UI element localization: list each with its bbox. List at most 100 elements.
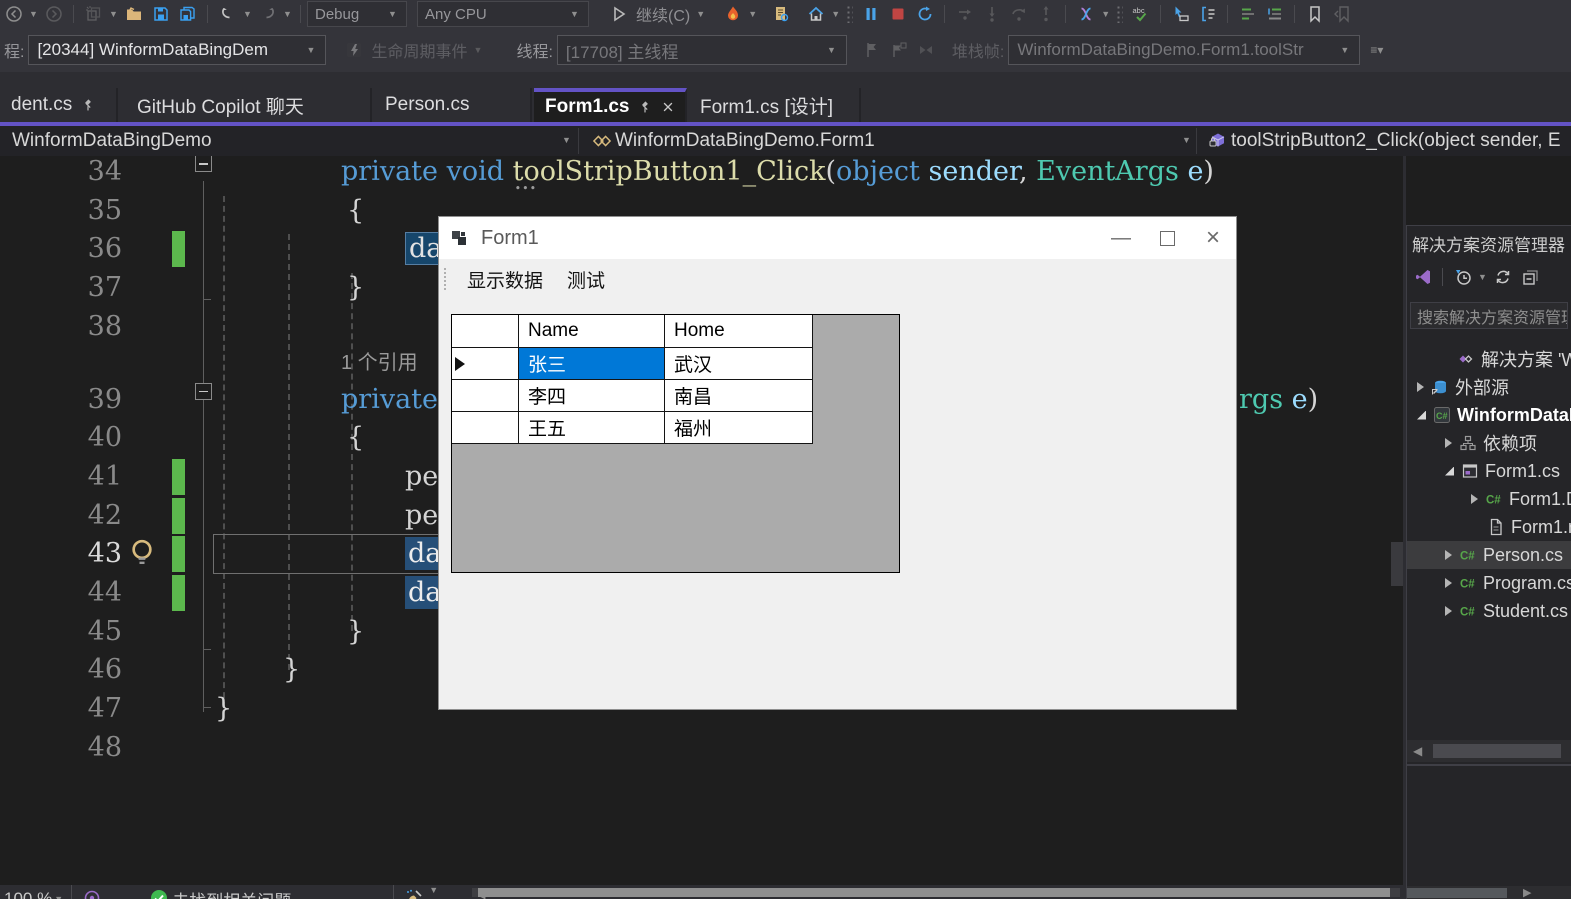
tab-person-cs[interactable]: Person.cs [374,88,532,122]
grid-cell-name[interactable]: 王五 [519,412,665,444]
stop-icon[interactable] [884,1,911,27]
toolstrip-grip[interactable] [444,268,449,290]
datagridview[interactable]: Name Home 张三 武汉 李四 南昌 王五 福州 [451,314,900,573]
chevron-down-icon[interactable]: ▼ [1180,135,1193,145]
new-item-icon[interactable] [80,1,107,27]
chevron-down-icon[interactable]: ▼ [107,9,120,19]
live-share-icon[interactable] [78,885,105,899]
tree-form1-resx[interactable]: Form1.resx [1407,513,1571,541]
codelens-references[interactable]: 1 个引用 [341,346,438,380]
tab-copilot-chat[interactable]: GitHub Copilot 聊天 [126,88,372,122]
format-selection-icon[interactable] [1261,1,1288,27]
menu-test[interactable]: 测试 [555,259,617,299]
tree-solution[interactable]: 解决方案 'WinformDataBingDemo' [1407,345,1571,373]
chevron-down-icon[interactable]: ▼ [281,9,294,19]
grid-cell-name[interactable]: 李四 [519,380,665,412]
chevron-down-icon[interactable]: ▼ [27,9,40,19]
intellicode-icon[interactable] [1072,1,1099,27]
minimize-button[interactable]: — [1098,217,1144,259]
solution-horizontal-scrollbar[interactable]: ◀ [1407,740,1571,762]
pin-icon[interactable] [638,100,652,114]
pause-icon[interactable] [857,1,884,27]
fold-collapse-icon[interactable] [195,382,212,400]
chevron-down-icon[interactable]: ▼ [829,9,842,19]
tree-program[interactable]: C# Program.cs [1407,569,1571,597]
save-icon[interactable] [147,1,174,27]
editor-vertical-scrollbar-thumb[interactable] [1391,542,1403,586]
health-status-text[interactable]: 未找到相关问题 [172,887,291,899]
debug-combobox[interactable]: Debug ▼ [307,1,407,27]
any-cpu-combobox[interactable]: Any CPU ▼ [417,1,589,27]
flag-icon[interactable] [859,37,886,63]
continue-play-icon[interactable] [605,1,632,27]
flag-threads-icon[interactable] [886,37,913,63]
debug-home-icon[interactable] [802,1,829,27]
hot-reload-flame-icon[interactable] [719,1,746,27]
chevron-down-icon[interactable]: ▼ [241,9,254,19]
expander-collapsed-icon[interactable] [1445,550,1452,560]
scroll-right-icon[interactable]: ▶ [1523,886,1531,899]
show-next-statement-icon[interactable] [951,1,978,27]
expander-collapsed-icon[interactable] [1445,438,1452,448]
sync-with-active-document-icon[interactable] [1489,264,1516,290]
close-button[interactable]: × [1190,217,1236,259]
undo-icon[interactable] [214,1,241,27]
grid-cell-name[interactable]: 张三 [519,348,665,380]
tree-student[interactable]: C# Student.cs [1407,597,1571,625]
zoom-control[interactable]: 100 % ▼ [4,885,65,899]
breadcrumb-member[interactable]: toolStripButton2_Click(object sender, E [1204,126,1561,156]
expander-collapsed-icon[interactable] [1445,578,1452,588]
pin-icon[interactable] [81,98,95,112]
tree-form1[interactable]: Form1.cs [1407,457,1571,485]
format-document-icon[interactable] [1234,1,1261,27]
step-over-icon[interactable] [1005,1,1032,27]
scroll-left-icon[interactable]: ◀ [1413,744,1422,758]
spell-check-icon[interactable]: abc [1127,1,1154,27]
code-line-48[interactable]: 48 [0,728,1403,767]
chevron-down-icon[interactable]: ▼ [1099,9,1112,19]
bookmark-prev-icon[interactable] [1328,1,1355,27]
toolbar-overflow-icon[interactable]: ≡▾ [1370,43,1383,57]
select-container-icon[interactable] [1167,1,1194,27]
apply-code-changes-icon[interactable] [767,1,794,27]
nav-forward-icon[interactable] [40,1,67,27]
grid-row-header[interactable] [452,412,519,444]
chevron-down-icon[interactable]: ▼ [560,135,573,145]
expander-collapsed-icon[interactable] [1445,606,1452,616]
chevron-down-icon[interactable]: ▼ [694,9,707,19]
tab-form1-design[interactable]: Form1.cs [设计] [689,88,861,122]
bookmark-icon[interactable] [1301,1,1328,27]
stackframe-combobox[interactable]: WinformDataBingDemo.Form1.toolStr ▼ [1008,35,1361,65]
copy-structure-icon[interactable] [1194,1,1221,27]
open-folder-icon[interactable] [120,1,147,27]
parallel-stacks-icon[interactable] [913,37,940,63]
tree-person[interactable]: C# Person.cs [1407,541,1571,569]
process-combobox[interactable]: [20344] WinformDataBingDem ▼ [28,35,327,65]
switch-views-icon[interactable] [1409,264,1436,290]
code-cleanup-broom-icon[interactable] [400,885,427,899]
step-into-icon[interactable] [978,1,1005,27]
grid-column-header-home[interactable]: Home [665,315,813,348]
menu-show-data[interactable]: 显示数据 [455,259,555,299]
lightbulb-icon[interactable] [127,537,157,572]
tab-student-cs[interactable]: dent.cs [0,88,118,122]
redo-icon[interactable] [254,1,281,27]
expander-collapsed-icon[interactable] [1471,494,1478,504]
scrollbar-thumb[interactable] [478,888,1390,897]
tree-project[interactable]: C# WinformDataBingDemo [1407,401,1571,429]
grid-row-header[interactable] [452,380,519,412]
chevron-down-icon[interactable]: ▼ [746,9,759,19]
grid-cell-home[interactable]: 福州 [665,412,813,444]
tree-dependencies[interactable]: 依赖项 [1407,429,1571,457]
grid-row-header[interactable] [452,348,519,380]
save-all-icon[interactable] [174,1,201,27]
solution-explorer-search-input[interactable]: 搜索解决方案资源管理器 [1410,302,1568,329]
scrollbar-thumb[interactable] [1407,888,1507,898]
bottom-right-scrollbar[interactable]: ▶ [1407,886,1571,899]
form1-title-bar[interactable]: Form1 — × [439,217,1236,259]
close-icon[interactable] [661,100,675,114]
expander-expanded-icon[interactable] [1417,410,1426,420]
chevron-down-icon[interactable]: ▼ [1476,272,1489,282]
expander-collapsed-icon[interactable] [1417,382,1424,392]
tree-form1-designer[interactable]: C# Form1.Designer.cs [1407,485,1571,513]
